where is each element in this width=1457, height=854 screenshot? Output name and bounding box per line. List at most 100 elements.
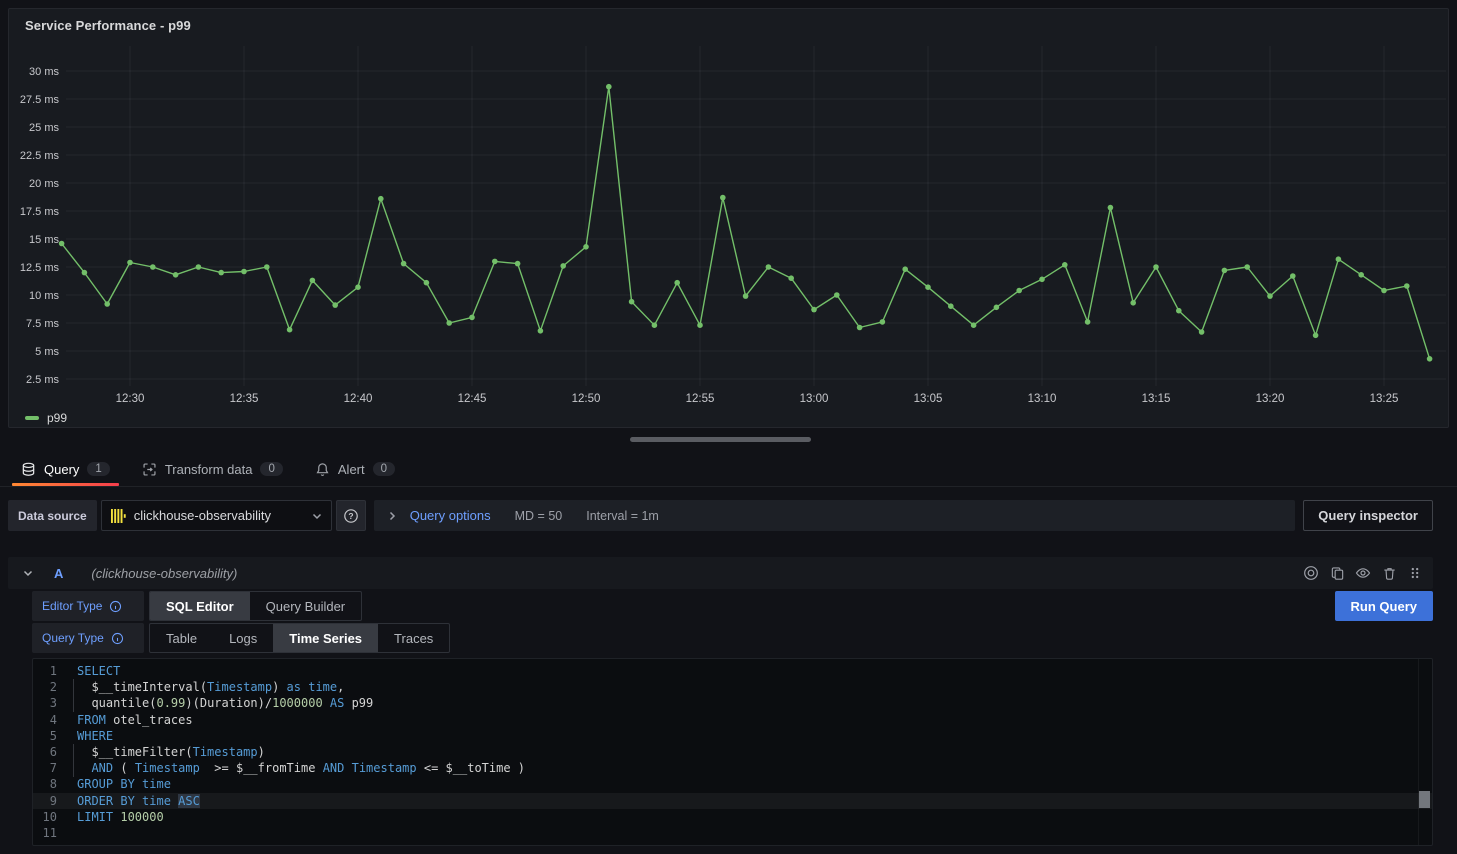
x-axis-tick-label: 12:40 [344,393,373,405]
code-line-1: 1SELECT [33,663,1432,679]
tab-query-count-badge: 1 [87,462,109,476]
chart-point [1130,300,1136,306]
disable-query-button[interactable] [1303,565,1319,581]
y-axis-tick-label: 17.5 ms [20,206,60,218]
chart-point [355,284,361,290]
query-type-traces[interactable]: Traces [378,624,449,652]
editor-type-row: Editor Type SQL Editor Query Builder Run… [32,591,1433,621]
x-axis-tick-label: 12:55 [686,393,715,405]
chart-point [1039,277,1045,283]
chart-point [971,322,977,328]
code-line-7: 7 AND ( Timestamp >= $__fromTime AND Tim… [33,760,1432,776]
editor-scrollbar [1418,659,1432,845]
x-axis-tick-label: 13:20 [1256,393,1285,405]
y-axis-tick-label: 15 ms [29,234,59,246]
tab-transform-count-badge: 0 [260,462,282,476]
chart-point [811,307,817,313]
query-type-table[interactable]: Table [150,624,213,652]
tab-transform-data[interactable]: Transform data 0 [131,452,294,486]
chart-point [1290,273,1296,279]
chart-point [1108,205,1114,211]
info-circle-icon[interactable] [109,600,122,613]
query-type-time-series[interactable]: Time Series [273,624,378,652]
info-circle-icon[interactable] [111,632,124,645]
datasource-picker[interactable]: clickhouse-observability [101,500,332,531]
query-ref-id[interactable]: A [54,566,63,581]
duplicate-query-button[interactable] [1329,565,1345,581]
y-axis-tick-label: 12.5 ms [20,262,60,274]
tab-query[interactable]: Query 1 [10,452,121,486]
editor-scrollbar-thumb[interactable] [1419,791,1430,808]
datasource-help-button[interactable]: ? [336,500,366,531]
tab-alert[interactable]: Alert 0 [304,452,406,486]
hide-response-button[interactable] [1355,565,1371,581]
chart-point [1267,293,1273,299]
chart-point [127,260,133,266]
code-line-3: 3 quantile(0.99)(Duration)/1000000 AS p9… [33,695,1432,711]
x-axis-tick-label: 13:15 [1142,393,1171,405]
x-axis-tick-label: 12:45 [458,393,487,405]
tab-query-label: Query [44,462,79,477]
legend-swatch [25,416,39,420]
datasource-toolbar: Data source clickhouse-observability ? [8,500,1433,531]
sql-editor[interactable]: 1SELECT2 $__timeInterval(Timestamp) as t… [32,658,1433,846]
chart-point [378,196,384,202]
chart-point [857,325,863,331]
chart-point [1404,283,1410,289]
editor-type-sql-editor[interactable]: SQL Editor [150,592,250,620]
timeseries-chart[interactable]: 30 ms27.5 ms25 ms22.5 ms20 ms17.5 ms15 m… [9,39,1450,407]
chart-point [788,275,794,281]
chart-point [264,264,270,270]
query-inspector-button[interactable]: Query inspector [1303,500,1433,531]
editor-type-label: Editor Type [42,599,102,613]
chart-point [948,303,954,309]
query-datasource-hint: (clickhouse-observability) [91,566,237,581]
query-options-bar[interactable]: Query options MD = 50 Interval = 1m [374,500,1296,531]
delete-query-button[interactable] [1381,565,1397,581]
chart-point [1016,288,1022,294]
drag-handle[interactable] [1407,565,1423,581]
y-axis-tick-label: 10 ms [29,290,59,302]
chart-point [1222,268,1228,274]
query-options-link[interactable]: Query options [410,508,491,523]
editor-type-label-chip: Editor Type [32,591,144,621]
panel-title[interactable]: Service Performance - p99 [9,9,1448,33]
database-icon [21,462,36,477]
chart-point [424,280,430,286]
chart-point [446,320,452,326]
y-axis-tick-label: 7.5 ms [26,318,60,330]
chart-point [743,293,749,299]
horizontal-scrollbar[interactable] [630,437,811,442]
query-type-label-chip: Query Type [32,623,144,653]
indent-guide [73,744,74,777]
svg-text:?: ? [348,511,353,521]
collapse-query-row-button[interactable] [18,567,38,579]
y-axis-tick-label: 30 ms [29,66,59,78]
run-query-button[interactable]: Run Query [1335,591,1433,621]
chart-point [469,315,475,321]
chart-point [1358,272,1364,278]
chart-point [925,284,931,290]
timeseries-panel: Service Performance - p99 30 ms27.5 ms25… [8,8,1449,428]
code-line-9: 9ORDER BY time ASC [33,793,1432,809]
chart-point [1176,308,1182,314]
line-number: 1 [33,663,57,679]
line-number: 4 [33,712,57,728]
chart-point [1336,256,1342,262]
chart-point [606,84,612,90]
editor-type-query-builder[interactable]: Query Builder [250,592,361,620]
x-axis-tick-label: 13:10 [1028,393,1057,405]
chart-point [1427,356,1433,362]
chart-point [560,263,566,269]
code-line-5: 5WHERE [33,728,1432,744]
query-type-logs[interactable]: Logs [213,624,273,652]
editor-type-segmented: SQL Editor Query Builder [149,591,362,621]
chart-point [173,272,179,278]
chart-point [538,328,544,334]
y-axis-tick-label: 5 ms [35,346,59,358]
legend-label: p99 [47,411,67,425]
legend-item-p99[interactable]: p99 [25,411,67,425]
query-row-actions [1303,565,1423,581]
y-axis-tick-label: 20 ms [29,178,59,190]
line-number: 2 [33,679,57,695]
